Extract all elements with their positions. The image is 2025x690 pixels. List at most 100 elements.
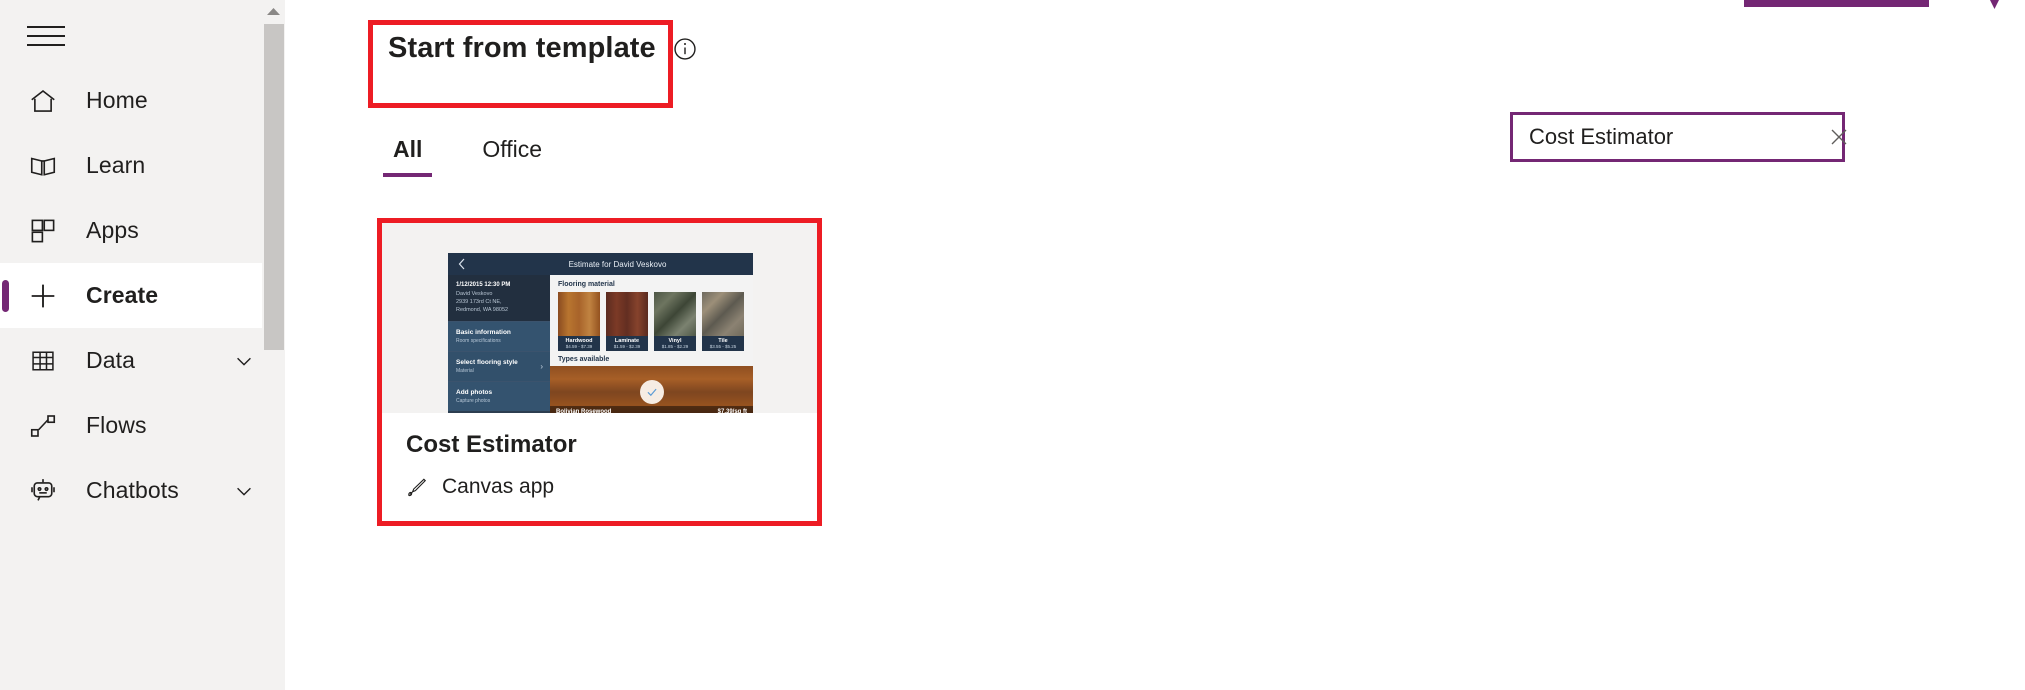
preview-customer-meta: 1/12/2015 12:30 PM David Veskovo 2939 17… (448, 275, 550, 321)
info-circle-icon[interactable] (672, 36, 698, 62)
chevron-down-icon[interactable] (233, 480, 255, 502)
template-thumbnail: Estimate for David Veskovo 1/12/2015 12:… (382, 223, 817, 413)
preview-nav-row: Add photos Capture photos (448, 380, 550, 411)
book-icon (26, 149, 60, 183)
preview-material-item: Laminate $1.59 - $2.39 (606, 292, 648, 351)
hamburger-line (27, 26, 65, 28)
preview-address-line2: Redmond, WA 98052 (456, 306, 509, 313)
flow-icon (26, 409, 60, 443)
material-caption: Hardwood $4.59 - $7.39 (558, 336, 600, 351)
plus-icon (26, 279, 60, 313)
material-caption: Tile $3.55 - $5.25 (702, 336, 744, 351)
sidebar-item-label: Home (86, 87, 148, 113)
preview-timestamp: 1/12/2015 12:30 PM (456, 282, 511, 288)
apps-icon (26, 214, 60, 248)
scrollbar-thumb[interactable] (264, 24, 284, 350)
preview-wood-name: Bolivian Rosewood (556, 409, 612, 413)
material-swatch (606, 292, 648, 336)
page-title: Start from template (388, 32, 656, 64)
preview-customer-name: David Veskovo (456, 291, 493, 297)
preview-section-types: Types available (558, 356, 610, 363)
template-category-tabs: All Office (383, 128, 552, 177)
hamburger-line (27, 44, 65, 46)
template-card-body: Cost Estimator Canvas app (382, 413, 817, 521)
tab-label: Office (482, 136, 543, 162)
preview-nav-subtitle: Room specifications (456, 337, 501, 344)
table-icon (26, 344, 60, 378)
preview-wood-price: $7.39/sq ft (717, 409, 747, 413)
preview-material-item: Vinyl $1.85 - $2.29 (654, 292, 696, 351)
preview-section-materials: Flooring material (558, 281, 615, 288)
hamburger-line (27, 35, 65, 37)
sidebar: Home Learn Apps Create Data Flows Chatbo… (0, 0, 285, 690)
chevron-down-icon[interactable] (233, 350, 255, 372)
sidebar-scrollbar[interactable] (262, 0, 285, 690)
preview-nav-row: Select flooring style Material › (448, 350, 550, 381)
top-accent-marker (1990, 0, 1999, 9)
preview-nav-title: Select flooring style (456, 358, 518, 366)
chevron-up-icon[interactable] (262, 0, 285, 22)
app-root: Home Learn Apps Create Data Flows Chatbo… (0, 0, 2025, 690)
paintbrush-icon (406, 476, 428, 498)
preview-header-title: Estimate for David Veskovo (568, 259, 667, 269)
search-input[interactable] (1513, 124, 1827, 150)
material-price: $4.59 - $7.39 (565, 344, 593, 349)
sidebar-item-label: Flows (86, 412, 147, 438)
preview-material-list: Hardwood $4.59 - $7.39 Laminate $1.59 - … (550, 292, 753, 351)
material-swatch (702, 292, 744, 336)
material-swatch (558, 292, 600, 336)
search-box[interactable] (1510, 112, 1847, 162)
preview-material-item: Tile $3.55 - $5.25 (702, 292, 744, 351)
preview-nav-row: Basic information Room specifications (448, 320, 550, 351)
preview-nav-title: Add photos (456, 388, 493, 396)
sidebar-item-label: Chatbots (86, 477, 179, 503)
checkmark-icon (639, 380, 664, 404)
sidebar-item-label: Create (86, 282, 159, 308)
preview-sidebar: 1/12/2015 12:30 PM David Veskovo 2939 17… (448, 275, 550, 413)
sidebar-item-learn[interactable]: Learn (0, 133, 285, 198)
top-accent-strip (1744, 0, 1929, 7)
sidebar-item-chatbots[interactable]: Chatbots (0, 458, 285, 523)
page-header: Start from template (388, 32, 698, 65)
material-price: $1.85 - $2.29 (661, 344, 689, 349)
sidebar-item-data[interactable]: Data (0, 328, 285, 393)
sidebar-item-apps[interactable]: Apps (0, 198, 285, 263)
hamburger-menu-icon[interactable] (22, 14, 70, 58)
close-icon[interactable] (1827, 115, 1851, 159)
robot-icon (26, 474, 60, 508)
template-card-type-label: Canvas app (442, 475, 555, 498)
sidebar-item-flows[interactable]: Flows (0, 393, 285, 458)
sidebar-nav: Home Learn Apps Create Data Flows Chatbo… (0, 68, 285, 523)
sidebar-item-label: Data (86, 347, 135, 373)
preview-selected-wood: Bolivian Rosewood $7.39/sq ft (550, 366, 753, 413)
material-price: $1.59 - $2.39 (613, 344, 641, 349)
sidebar-item-home[interactable]: Home (0, 68, 285, 133)
tab-all[interactable]: All (383, 128, 433, 177)
template-card-title: Cost Estimator (406, 431, 577, 458)
template-card-type: Canvas app (406, 475, 793, 499)
preview-nav-subtitle: Capture photos (456, 397, 491, 404)
sidebar-item-create[interactable]: Create (0, 263, 285, 328)
sidebar-item-label: Apps (86, 217, 139, 243)
material-price: $3.55 - $5.25 (709, 344, 737, 349)
material-caption: Laminate $1.59 - $2.39 (606, 336, 648, 351)
selection-indicator (2, 279, 9, 312)
tab-label: All (393, 136, 423, 162)
sidebar-item-label: Learn (86, 152, 146, 178)
preview-wood-bar: Bolivian Rosewood $7.39/sq ft (550, 406, 753, 413)
preview-nav-subtitle: Material (456, 367, 474, 374)
chevron-right-icon: › (540, 361, 543, 371)
main-content: Start from template All Office Cost Esti… (285, 0, 2025, 690)
chevron-left-icon (456, 257, 468, 271)
home-icon (26, 84, 60, 118)
template-card-cost-estimator[interactable]: Estimate for David Veskovo 1/12/2015 12:… (382, 223, 817, 521)
preview-address-line1: 2939 173rd Ct NE, (456, 298, 502, 305)
tab-office[interactable]: Office (472, 128, 552, 177)
preview-body: 1/12/2015 12:30 PM David Veskovo 2939 17… (448, 275, 753, 413)
material-caption: Vinyl $1.85 - $2.29 (654, 336, 696, 351)
thumbnail-app-preview: Estimate for David Veskovo 1/12/2015 12:… (448, 253, 753, 413)
preview-nav-title: Basic information (456, 328, 511, 336)
preview-main-pane: Flooring material Hardwood $4.59 - $7.39 (550, 275, 753, 413)
preview-app-header: Estimate for David Veskovo (448, 253, 753, 275)
material-swatch (654, 292, 696, 336)
